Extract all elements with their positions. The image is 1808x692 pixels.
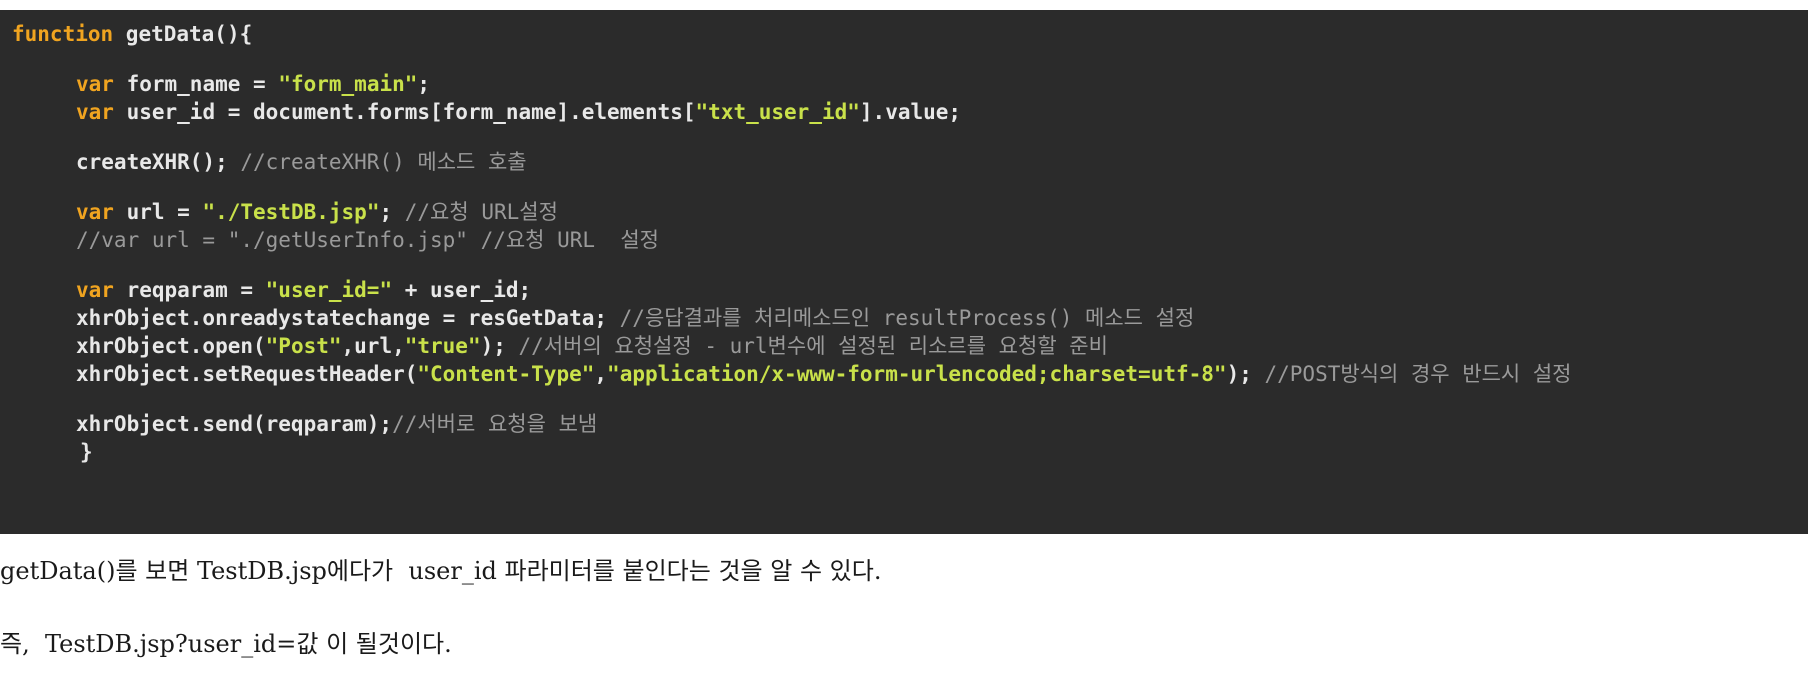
code-line: createXHR(); //createXHR() 메소드 호출 (12, 148, 527, 176)
code-token: xhrObject.setRequestHeader( (76, 362, 418, 386)
prose-line-1: getData()를 보면 TestDB.jsp에다가 user_id 파라미터… (0, 557, 882, 585)
code-token: } (80, 440, 93, 464)
code-token: //POST방식의 경우 반드시 설정 (1264, 362, 1572, 386)
code-token: "Post" (265, 334, 342, 358)
code-token: //응답결과를 처리메소드인 resultProcess() 메소드 설정 (619, 306, 1195, 330)
code-token: ].value; (859, 100, 962, 124)
code-token: + user_id; (392, 278, 532, 302)
code-token: user_id = document.forms[form_name].elem… (113, 100, 696, 124)
code-line: xhrObject.send(reqparam);//서버로 요청을 보냄 (12, 410, 597, 438)
code-token: "true" (404, 334, 481, 358)
code-token: xhrObject.onreadystatechange = resGetDat… (76, 306, 620, 330)
code-token: createXHR(); (76, 150, 241, 174)
code-token: //var url = "./getUserInfo.jsp" //요청 URL… (76, 228, 660, 252)
code-token: , (594, 362, 608, 386)
code-token: "txt_user_id" (695, 100, 860, 124)
code-token: xhrObject.send(reqparam); (76, 412, 393, 436)
code-token: reqparam = (113, 278, 266, 302)
code-token: ); (480, 334, 519, 358)
code-token: form_name = (113, 72, 279, 96)
code-token: xhrObject.open( (76, 334, 266, 358)
code-token: //서버로 요청을 보냄 (392, 412, 598, 436)
code-token: var (76, 200, 114, 224)
code-token: var (76, 100, 114, 124)
code-line: xhrObject.setRequestHeader("Content-Type… (12, 360, 1572, 388)
code-token: function (12, 22, 114, 46)
code-token: "application/x-www-form-urlencoded;chars… (607, 362, 1227, 386)
code-line: xhrObject.open("Post",url,"true"); //서버의… (12, 332, 1108, 360)
code-token: url = (113, 200, 203, 224)
code-token: ); (1226, 362, 1265, 386)
code-token: //createXHR() 메소드 호출 (240, 150, 527, 174)
code-token: var (76, 278, 114, 302)
code-token: getData(){ (113, 22, 253, 46)
code-line: var url = "./TestDB.jsp"; //요청 URL설정 (12, 198, 558, 226)
prose-line-2: 즉, TestDB.jsp?user_id=값 이 될것이다. (0, 630, 452, 658)
code-token: var (76, 72, 114, 96)
code-line: xhrObject.onreadystatechange = resGetDat… (12, 304, 1194, 332)
code-line: var reqparam = "user_id=" + user_id; (12, 276, 531, 304)
code-token: ; (417, 72, 431, 96)
code-block: function getData(){ var form_name = "form… (0, 10, 1808, 534)
code-line: function getData(){ (12, 20, 252, 48)
code-token: ; (379, 200, 405, 224)
code-token: "./TestDB.jsp" (202, 200, 380, 224)
code-token: //요청 URL설정 (404, 200, 558, 224)
code-token: //서버의 요청설정 - url변수에 설정된 리소르를 요청할 준비 (518, 334, 1108, 358)
code-token: "form_main" (278, 72, 418, 96)
code-token: "user_id=" (265, 278, 393, 302)
code-token: "Content-Type" (417, 362, 595, 386)
code-line: var user_id = document.forms[form_name].… (12, 98, 961, 126)
code-line: var form_name = "form_main"; (12, 70, 430, 98)
code-line: //var url = "./getUserInfo.jsp" //요청 URL… (12, 226, 659, 254)
code-token: ,url, (341, 334, 405, 358)
page: function getData(){ var form_name = "form… (0, 0, 1808, 692)
code-line: } (12, 438, 93, 466)
